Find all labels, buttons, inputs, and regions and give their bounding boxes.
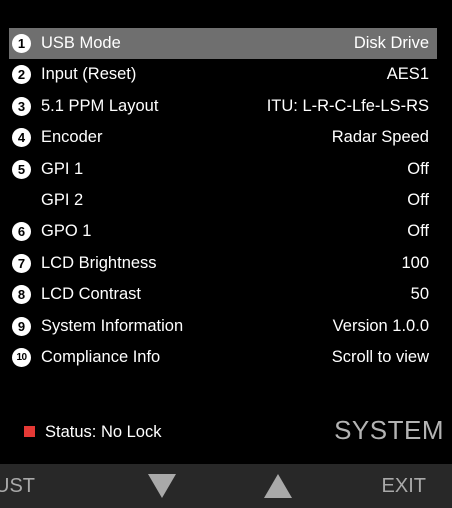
- menu-row-lcd-contrast[interactable]: 8 LCD Contrast 50: [9, 279, 437, 310]
- menu-row-lcd-brightness[interactable]: 7 LCD Brightness 100: [9, 248, 437, 279]
- menu-row-value: AES1: [386, 65, 429, 84]
- number-6-icon: 6: [12, 222, 31, 242]
- device-screen: 1 USB Mode Disk Drive 2 Input (Reset) AE…: [0, 0, 452, 508]
- number-5-icon: 5: [12, 159, 31, 179]
- menu-row-label: LCD Brightness: [41, 253, 157, 272]
- number-8-icon: 8: [12, 285, 31, 305]
- menu-row-ppm-layout[interactable]: 3 5.1 PPM Layout ITU: L-R-C-Lfe-LS-RS: [9, 91, 437, 122]
- menu-row-label: LCD Contrast: [41, 285, 141, 304]
- menu-row-value: ITU: L-R-C-Lfe-LS-RS: [266, 96, 429, 115]
- menu-row-label: Compliance Info: [41, 347, 161, 366]
- softkey-adjust-button[interactable]: UST: [0, 464, 35, 508]
- menu-row-label: 5.1 PPM Layout: [41, 96, 159, 115]
- number-4-icon: 4: [12, 128, 31, 148]
- menu-row-label: GPI 2: [41, 190, 84, 209]
- status-line: Status: No Lock: [24, 423, 161, 442]
- status-text: Status: No Lock: [45, 423, 162, 441]
- number-10-icon: 10: [12, 347, 31, 367]
- menu-row-system-information[interactable]: 9 System Information Version 1.0.0: [9, 311, 437, 342]
- menu-row-input-reset[interactable]: 2 Input (Reset) AES1: [9, 59, 437, 90]
- menu-row-compliance-info[interactable]: 10 Compliance Info Scroll to view: [9, 342, 437, 373]
- number-9-icon: 9: [12, 316, 31, 336]
- menu-row-label: Encoder: [41, 128, 103, 147]
- menu-row-label: System Information: [41, 316, 184, 335]
- section-title: SYSTEM: [334, 415, 444, 445]
- softkey-bar: UST EXIT: [0, 464, 452, 508]
- number-7-icon: 7: [12, 253, 31, 273]
- menu-row-label: GPO 1: [41, 222, 92, 241]
- menu-row-value: Off: [407, 222, 429, 241]
- menu-row-value: 100: [401, 253, 429, 272]
- menu-row-value: Disk Drive: [353, 34, 429, 52]
- menu-row-value: Radar Speed: [331, 128, 429, 147]
- menu-row-value: Scroll to view: [331, 347, 429, 366]
- menu-row-value: 50: [410, 285, 429, 304]
- menu-row-value: Version 1.0.0: [332, 316, 429, 335]
- menu-row-label: GPI 1: [41, 159, 84, 178]
- settings-menu: 1 USB Mode Disk Drive 2 Input (Reset) AE…: [9, 28, 437, 373]
- menu-row-gpi-2[interactable]: GPI 2 Off: [9, 185, 437, 216]
- number-2-icon: 2: [12, 65, 31, 85]
- status-indicator-icon: [24, 426, 35, 437]
- softkey-exit-button[interactable]: EXIT: [382, 464, 426, 508]
- menu-row-usb-mode[interactable]: 1 USB Mode Disk Drive: [9, 28, 437, 60]
- menu-row-gpo-1[interactable]: 6 GPO 1 Off: [9, 216, 437, 247]
- menu-row-label: USB Mode: [41, 34, 121, 52]
- menu-row-gpi-1[interactable]: 5 GPI 1 Off: [9, 154, 437, 185]
- menu-row-encoder[interactable]: 4 Encoder Radar Speed: [9, 122, 437, 153]
- menu-row-value: Off: [407, 159, 429, 178]
- number-1-icon: 1: [12, 34, 31, 53]
- triangle-up-icon[interactable]: [264, 474, 292, 498]
- menu-row-label: Input (Reset): [41, 65, 137, 84]
- number-3-icon: 3: [12, 96, 31, 116]
- menu-row-value: Off: [407, 190, 429, 209]
- triangle-down-icon[interactable]: [148, 474, 176, 498]
